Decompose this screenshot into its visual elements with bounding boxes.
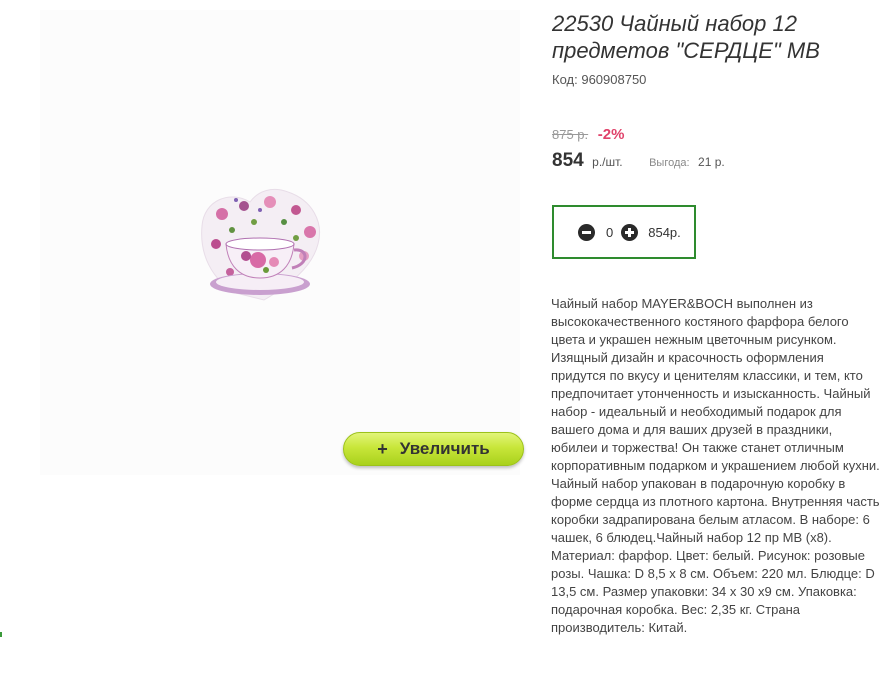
plus-circle-icon[interactable] <box>621 223 639 241</box>
minus-circle-icon[interactable] <box>578 223 595 241</box>
quantity-value[interactable]: 0 <box>606 225 613 240</box>
benefit-label: Выгода: <box>649 157 690 169</box>
product-code-value: 960908750 <box>581 72 647 87</box>
product-title: 22530 Чайный набор 12 предметов "СЕРДЦЕ"… <box>552 11 820 63</box>
edge-marker <box>0 632 2 637</box>
old-price: 875 р. <box>552 127 589 142</box>
old-price-line: 875 р. -2% <box>552 126 624 143</box>
zoom-button[interactable]: + Увеличить <box>343 432 524 466</box>
product-description: Чайный набор MAYER&BOCH выполнен из высо… <box>551 296 880 635</box>
zoom-button-label: Увеличить <box>399 439 490 458</box>
benefit-value: 21 р. <box>698 155 725 169</box>
product-code-label: Код: <box>552 72 578 87</box>
price-line: 854 р./шт. Выгода: 21 р. <box>552 150 725 172</box>
product-info: 22530 Чайный набор 12 предметов "СЕРДЦЕ"… <box>552 10 882 171</box>
product-image[interactable] <box>200 188 326 310</box>
plus-icon: + <box>377 438 388 459</box>
discount-badge: -2% <box>597 126 625 143</box>
product-photo-area <box>40 10 520 475</box>
price-unit: р./шт. <box>592 155 623 169</box>
line-total: 854р. <box>648 224 681 240</box>
cart-quantity-box: 0 854р. <box>552 205 696 259</box>
current-price: 854 <box>552 150 584 171</box>
product-code: Код: 960908750 <box>552 72 882 87</box>
